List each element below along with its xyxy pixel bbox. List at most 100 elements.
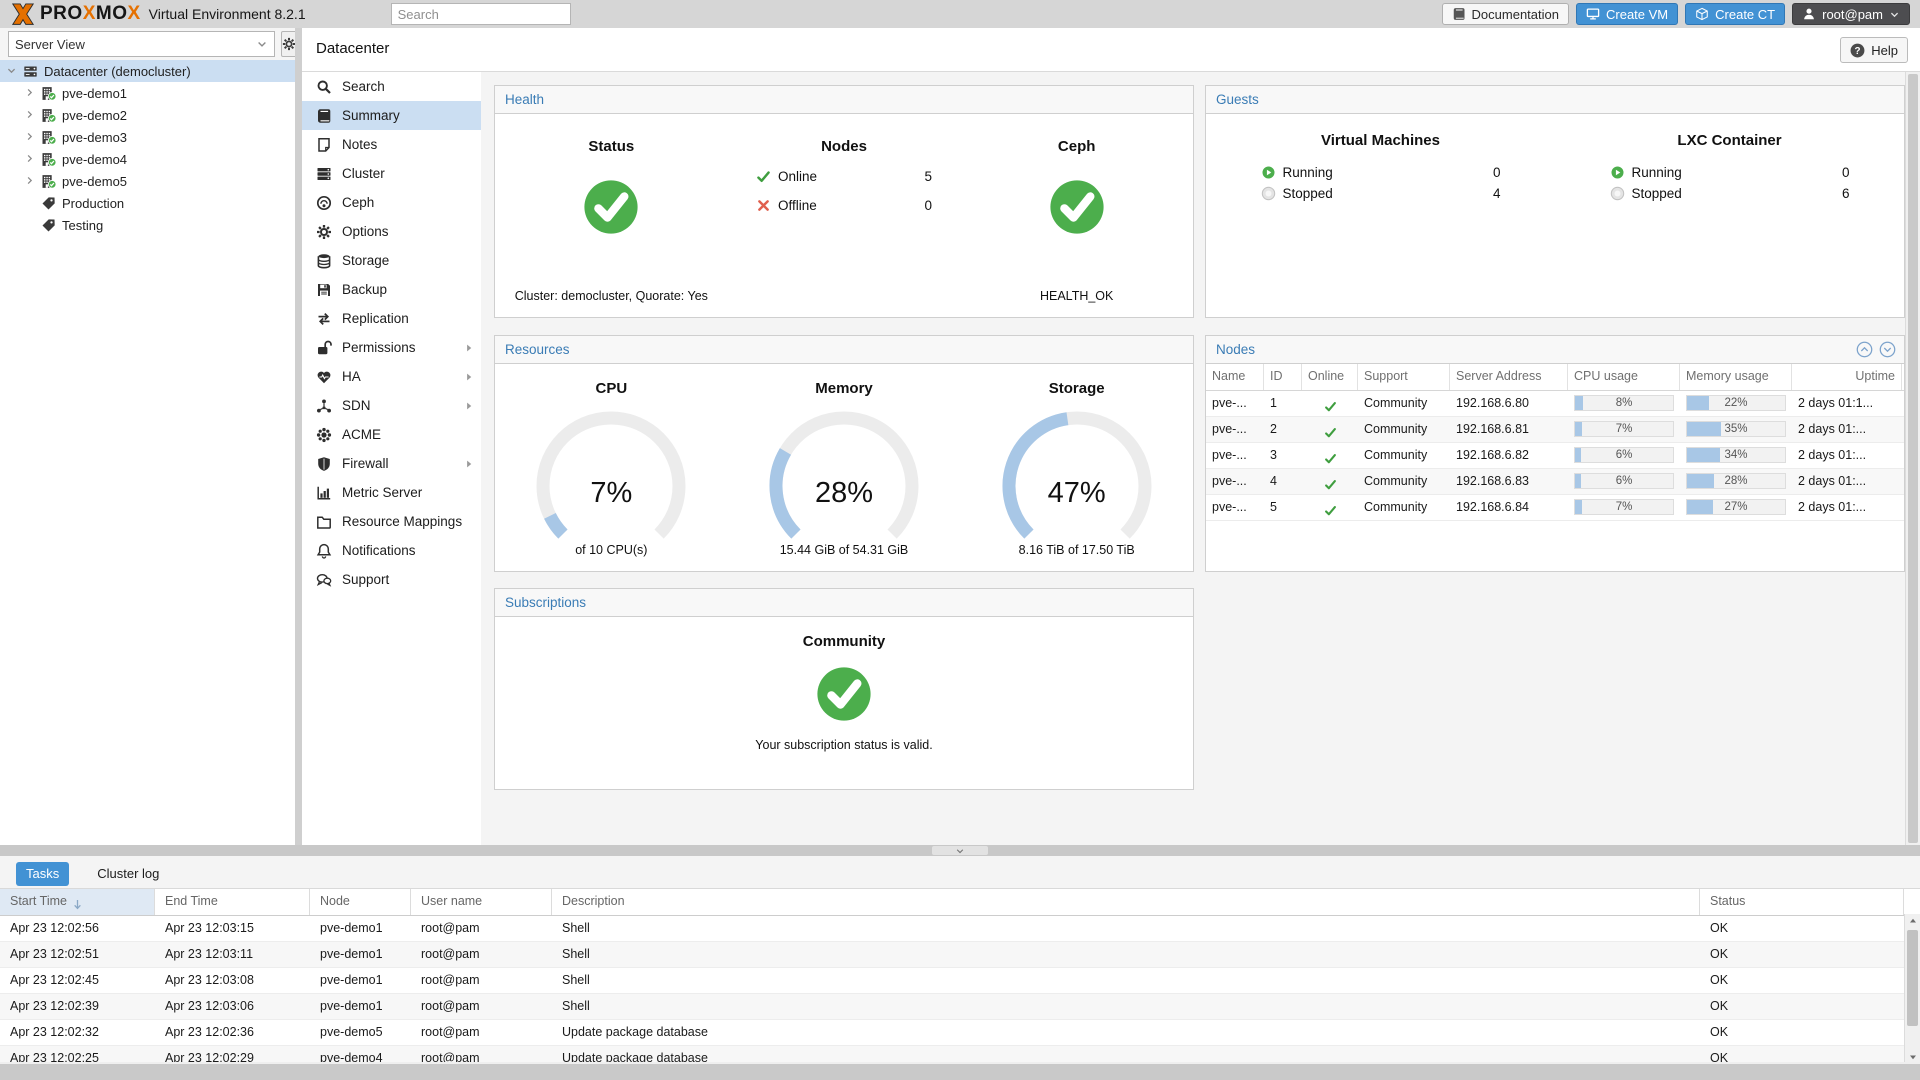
nodes-column-header-id[interactable]: ID: [1264, 364, 1302, 390]
nav-item-metric-server[interactable]: Metric Server: [302, 478, 481, 507]
nodes-column-header-online[interactable]: Online: [1302, 364, 1358, 390]
nodes-table-row[interactable]: pve-...3Community192.168.6.826%34%2 days…: [1206, 443, 1904, 469]
task-row[interactable]: Apr 23 12:02:56Apr 23 12:03:15pve-demo1r…: [0, 916, 1920, 942]
submenu-arrow-icon: [463, 458, 475, 470]
nodes-title-label: Nodes: [1216, 342, 1255, 357]
nodes-column-header-server-address[interactable]: Server Address: [1450, 364, 1568, 390]
gauge-subtext: 8.16 TiB of 17.50 TiB: [1019, 543, 1135, 557]
nav-item-acme[interactable]: ACME: [302, 420, 481, 449]
nav-item-summary[interactable]: Summary: [302, 101, 481, 130]
tree-item-testing[interactable]: Testing: [0, 214, 295, 236]
task-row[interactable]: Apr 23 12:02:39Apr 23 12:03:06pve-demo1r…: [0, 994, 1920, 1020]
nodes-table-row[interactable]: pve-...4Community192.168.6.836%28%2 days…: [1206, 469, 1904, 495]
tasks-column-header-node[interactable]: Node: [310, 889, 411, 915]
task-row[interactable]: Apr 23 12:02:45Apr 23 12:03:08pve-demo1r…: [0, 968, 1920, 994]
tree-item-label: Testing: [62, 218, 103, 233]
nav-item-backup[interactable]: Backup: [302, 275, 481, 304]
tasks-scrollbar[interactable]: [1904, 914, 1920, 1064]
nodes-table-row[interactable]: pve-...1Community192.168.6.808%22%2 days…: [1206, 391, 1904, 417]
nodes-column-header-uptime[interactable]: Uptime: [1792, 364, 1902, 390]
task-row[interactable]: Apr 23 12:02:51Apr 23 12:03:11pve-demo1r…: [0, 942, 1920, 968]
help-button[interactable]: ? Help: [1840, 37, 1908, 63]
node-name: pve-...: [1206, 391, 1264, 416]
tree-item-pve-demo5[interactable]: pve-demo5: [0, 170, 295, 192]
nav-item-search[interactable]: Search: [302, 72, 481, 101]
node-memory-usage: 27%: [1680, 495, 1792, 520]
nav-item-options[interactable]: Options: [302, 217, 481, 246]
stop-circle-icon: [1610, 186, 1625, 201]
question-circle-icon: ?: [1850, 43, 1865, 58]
gauge-subtext: 15.44 GiB of 54.31 GiB: [780, 543, 909, 557]
tasks-column-header-start-time[interactable]: Start Time: [0, 889, 155, 915]
nav-item-ha[interactable]: HA: [302, 362, 481, 391]
tree-item-pve-demo4[interactable]: pve-demo4: [0, 148, 295, 170]
tree-item-pve-demo3[interactable]: pve-demo3: [0, 126, 295, 148]
tab-tasks[interactable]: Tasks: [16, 862, 69, 886]
nav-item-support[interactable]: Support: [302, 565, 481, 594]
nav-item-permissions[interactable]: Permissions: [302, 333, 481, 362]
collapse-down-icon[interactable]: [1879, 341, 1896, 358]
nav-item-storage[interactable]: Storage: [302, 246, 481, 275]
task-start-time: Apr 23 12:02:39: [0, 994, 155, 1019]
node-id: 1: [1264, 391, 1302, 416]
nav-item-label: Search: [342, 79, 385, 94]
user-menu-button[interactable]: root@pam: [1792, 3, 1910, 25]
collapse-up-icon[interactable]: [1856, 341, 1873, 358]
tasks-column-header-description[interactable]: Description: [552, 889, 1700, 915]
svg-text:?: ?: [1855, 46, 1861, 57]
nav-item-resource-mappings[interactable]: Resource Mappings: [302, 507, 481, 536]
task-row[interactable]: Apr 23 12:02:32Apr 23 12:02:36pve-demo5r…: [0, 1020, 1920, 1046]
nav-item-replication[interactable]: Replication: [302, 304, 481, 333]
tasks-column-header-end-time[interactable]: End Time: [155, 889, 310, 915]
task-description: Shell: [552, 942, 1700, 967]
tree-item-production[interactable]: Production: [0, 192, 295, 214]
create-vm-button[interactable]: Create VM: [1576, 3, 1678, 25]
nav-item-cluster[interactable]: Cluster: [302, 159, 481, 188]
gauges-container: CPU7%of 10 CPU(s)Memory28%15.44 GiB of 5…: [495, 364, 1193, 571]
tasks-collapse-handle[interactable]: [932, 846, 988, 855]
tasks-column-header-status[interactable]: Status: [1700, 889, 1904, 915]
submenu-arrow-icon: [463, 342, 475, 354]
tab-cluster-log[interactable]: Cluster log: [87, 862, 169, 886]
tasks-splitter[interactable]: [0, 845, 1920, 856]
main-scrollbar-thumb[interactable]: [1908, 74, 1918, 843]
resource-tree: Datacenter (democluster) pve-demo1 pve-dem…: [0, 60, 295, 845]
nav-item-notifications[interactable]: Notifications: [302, 536, 481, 565]
nodes-column-header-cpu-usage[interactable]: CPU usage: [1568, 364, 1680, 390]
task-status: OK: [1700, 916, 1904, 941]
nodes-table-row[interactable]: pve-...2Community192.168.6.817%35%2 days…: [1206, 417, 1904, 443]
task-node: pve-demo1: [310, 916, 411, 941]
nav-item-ceph[interactable]: Ceph: [302, 188, 481, 217]
gauge-cpu: CPU7%of 10 CPU(s): [495, 364, 728, 571]
scroll-up-button[interactable]: [1905, 914, 1920, 928]
cross-icon: [756, 198, 771, 213]
user-label: root@pam: [1822, 7, 1883, 22]
main-scrollbar[interactable]: [1905, 72, 1920, 845]
documentation-button[interactable]: Documentation: [1442, 3, 1569, 25]
tree-item-label: pve-demo1: [62, 86, 127, 101]
tree-item-pve-demo2[interactable]: pve-demo2: [0, 104, 295, 126]
create-ct-button[interactable]: Create CT: [1685, 3, 1785, 25]
nav-item-label: SDN: [342, 398, 371, 413]
nodes-column-header-memory-usage[interactable]: Memory usage: [1680, 364, 1792, 390]
nav-item-sdn[interactable]: SDN: [302, 391, 481, 420]
task-start-time: Apr 23 12:02:45: [0, 968, 155, 993]
tree-item-datacenter-democluster-[interactable]: Datacenter (democluster): [0, 60, 295, 82]
nodes-table-row[interactable]: pve-...5Community192.168.6.847%27%2 days…: [1206, 495, 1904, 521]
tasks-scrollbar-thumb[interactable]: [1907, 930, 1918, 1026]
view-mode-select[interactable]: Server View: [8, 31, 275, 57]
nodes-column-header-support[interactable]: Support: [1358, 364, 1450, 390]
nav-item-notes[interactable]: Notes: [302, 130, 481, 159]
task-node: pve-demo1: [310, 942, 411, 967]
task-status: OK: [1700, 942, 1904, 967]
expander-right-icon: [24, 109, 39, 121]
nav-item-firewall[interactable]: Firewall: [302, 449, 481, 478]
nodes-table: NameIDOnlineSupportServer AddressCPU usa…: [1206, 364, 1904, 521]
tree-item-pve-demo1[interactable]: pve-demo1: [0, 82, 295, 104]
tasks-column-header-user-name[interactable]: User name: [411, 889, 552, 915]
nodes-column-header-name[interactable]: Name: [1206, 364, 1264, 390]
health-status-column: Status Cluster: democluster, Quorate: Ye…: [495, 114, 728, 317]
sidebar-splitter[interactable]: [295, 28, 302, 845]
horizontal-scrollbar-track[interactable]: [0, 1062, 1920, 1080]
global-search-input[interactable]: [391, 3, 571, 25]
